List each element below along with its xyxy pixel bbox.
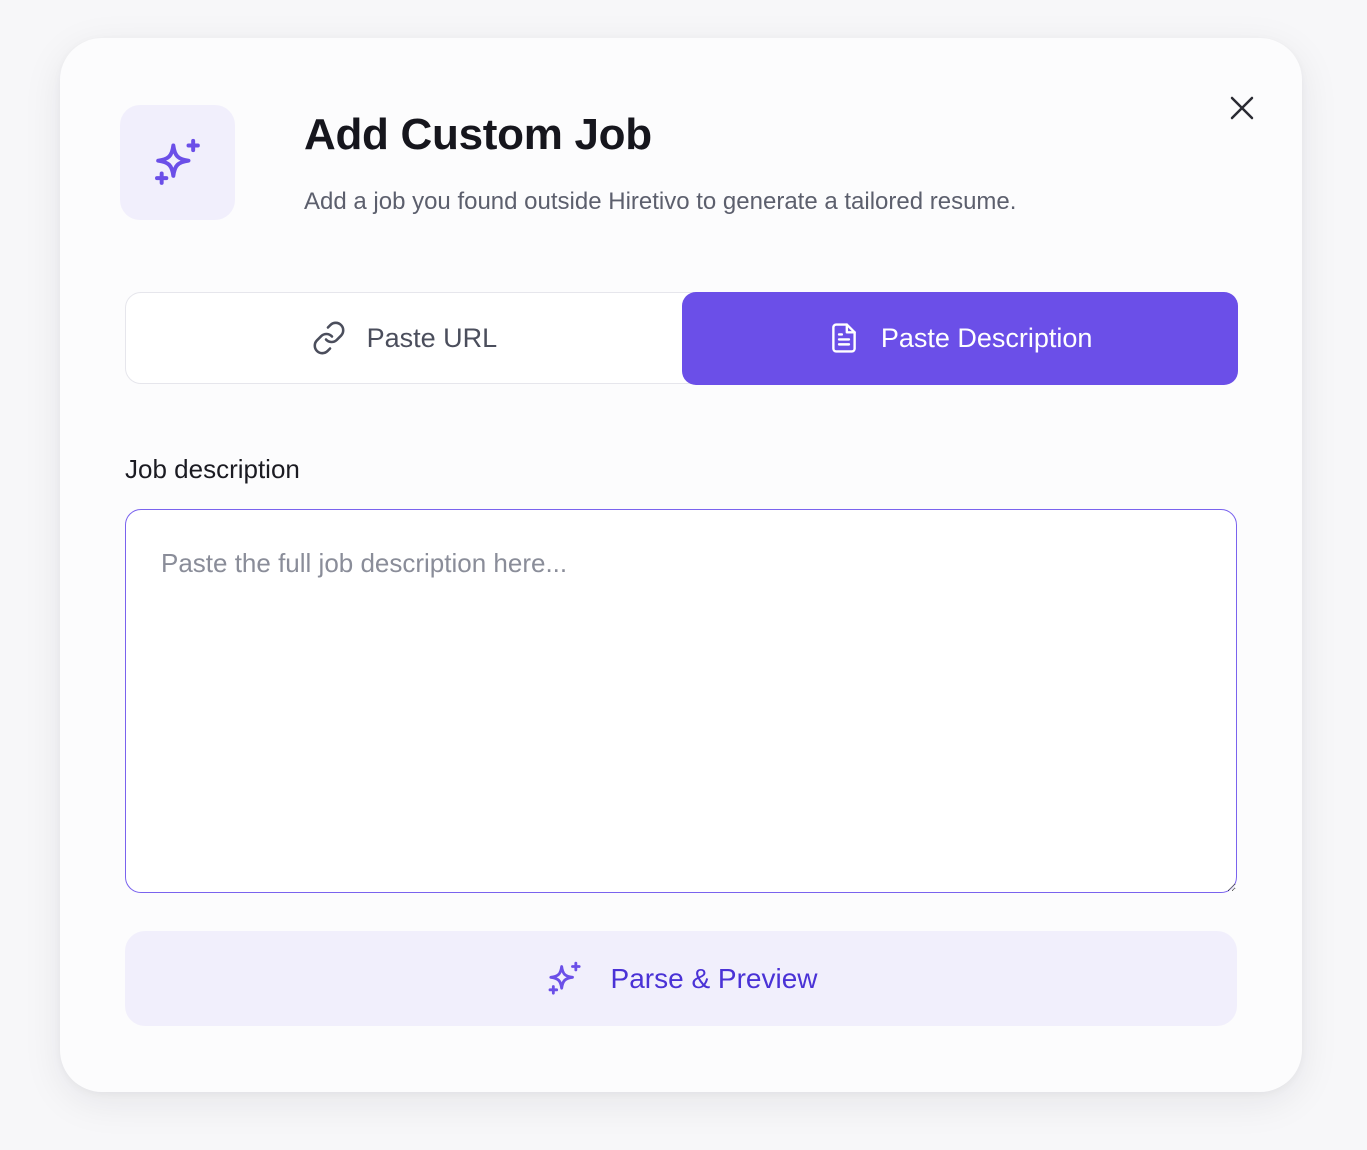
parse-preview-button[interactable]: Parse & Preview (125, 931, 1237, 1026)
job-description-label: Job description (125, 454, 300, 484)
document-icon (827, 321, 861, 355)
add-custom-job-dialog: Add Custom Job Add a job you found outsi… (60, 38, 1302, 1092)
dialog-subtitle: Add a job you found outside Hiretivo to … (304, 188, 1017, 215)
tab-paste-description[interactable]: Paste Description (681, 291, 1238, 385)
tab-paste-url-label: Paste URL (366, 322, 498, 353)
parse-preview-label: Parse & Preview (610, 962, 818, 994)
sparkles-icon (150, 135, 206, 191)
tab-paste-description-label: Paste Description (880, 322, 1093, 353)
tab-paste-url[interactable]: Paste URL (126, 293, 682, 383)
input-mode-tabs: Paste URL Paste Description (125, 291, 1238, 385)
close-button[interactable] (1220, 86, 1264, 130)
close-icon (1227, 93, 1257, 123)
header-sparkles-badge (120, 105, 235, 220)
job-description-textarea[interactable] (125, 509, 1237, 893)
sparkles-icon (545, 959, 585, 999)
dialog-title: Add Custom Job (304, 110, 652, 159)
link-icon (311, 320, 347, 356)
